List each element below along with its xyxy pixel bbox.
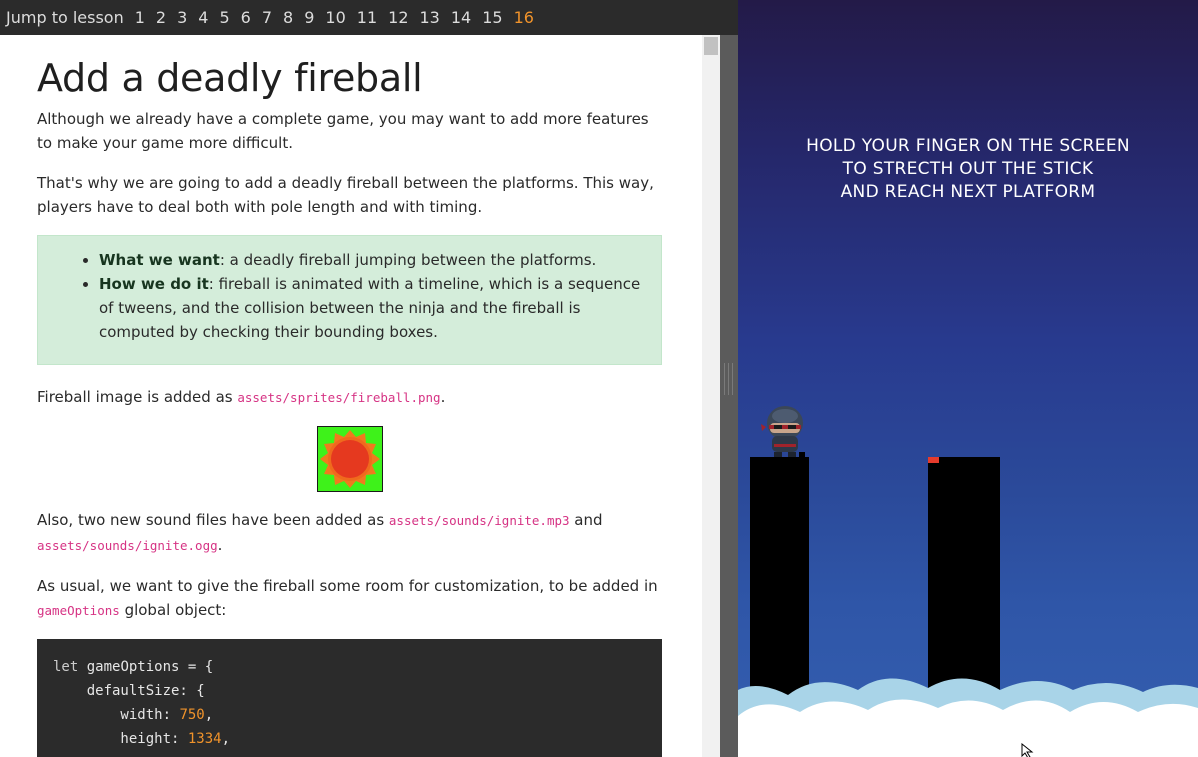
lesson-link-15[interactable]: 15 xyxy=(482,8,502,27)
fireball-paragraph: That's why we are going to add a deadly … xyxy=(37,174,654,216)
lesson-link-6[interactable]: 6 xyxy=(241,8,251,27)
lesson-link-16[interactable]: 16 xyxy=(514,8,534,27)
code-line-4-end: , xyxy=(221,731,231,747)
lesson-link-4[interactable]: 4 xyxy=(198,8,208,27)
page-title: Add a deadly fireball xyxy=(37,56,423,100)
code-line-3-key: width: xyxy=(53,707,180,723)
list-item-how-we-do-it: How we do it: fireball is animated with … xyxy=(99,272,641,344)
divider-handle-icon[interactable] xyxy=(724,363,733,395)
code-line-1: gameOptions = { xyxy=(78,659,214,675)
goal-list: What we want: a deadly fireball jumping … xyxy=(78,248,641,344)
lesson-link-12[interactable]: 12 xyxy=(388,8,408,27)
code-line-2: defaultSize: { xyxy=(53,683,205,699)
fireball-path-code: assets/sprites/fireball.png xyxy=(237,390,441,405)
fireball-image-paragraph: Fireball image is added as assets/sprite… xyxy=(37,385,662,410)
clouds xyxy=(738,678,1198,757)
lesson-link-10[interactable]: 10 xyxy=(325,8,345,27)
list-item-what-we-want: What we want: a deadly fireball jumping … xyxy=(99,248,641,272)
game-canvas[interactable]: HOLD YOUR FINGER ON THE SCREEN TO STRECT… xyxy=(738,0,1198,757)
content-scrollbar[interactable] xyxy=(702,35,720,757)
goal-note-box: What we want: a deadly fireball jumping … xyxy=(37,235,662,365)
jump-to-lesson-label: Jump to lesson xyxy=(6,8,124,27)
intro-paragraph: Although we already have a complete game… xyxy=(37,110,649,152)
lesson-link-1[interactable]: 1 xyxy=(135,8,145,27)
sound-files-text: Also, two new sound files have been adde… xyxy=(37,511,389,529)
lesson-link-11[interactable]: 11 xyxy=(357,8,377,27)
lesson-link-2[interactable]: 2 xyxy=(156,8,166,27)
period: . xyxy=(217,536,223,554)
lesson-link-14[interactable]: 14 xyxy=(451,8,471,27)
code-line-4-key: height: xyxy=(53,731,188,747)
customization-text: As usual, we want to give the fireball s… xyxy=(37,577,658,595)
pane-divider[interactable] xyxy=(720,35,738,757)
global-object-text: global object: xyxy=(119,601,227,619)
customization-paragraph: As usual, we want to give the fireball s… xyxy=(37,574,662,623)
lesson-content: Add a deadly fireball Although we alread… xyxy=(0,35,702,757)
what-we-want-text: : a deadly fireball jumping between the … xyxy=(219,251,597,269)
lesson-link-9[interactable]: 9 xyxy=(304,8,314,27)
sound-files-paragraph: Also, two new sound files have been adde… xyxy=(37,508,662,558)
period: . xyxy=(440,388,446,406)
code-line-3-value: 750 xyxy=(179,707,205,723)
lesson-links: 1 2 3 4 5 6 7 8 9 10 11 12 13 14 15 16 xyxy=(130,8,540,27)
article-body: Add a deadly fireball Although we alread… xyxy=(37,35,662,757)
lesson-link-8[interactable]: 8 xyxy=(283,8,293,27)
code-line-4-value: 1334 xyxy=(187,731,222,747)
and-text: and xyxy=(569,511,603,529)
ignite-mp3-code: assets/sounds/ignite.mp3 xyxy=(388,513,570,528)
code-line-3-end: , xyxy=(204,707,214,723)
code-block: let gameOptions = { defaultSize: { width… xyxy=(37,639,662,757)
code-keyword: let xyxy=(53,659,79,675)
lesson-link-5[interactable]: 5 xyxy=(219,8,229,27)
what-we-want-label: What we want xyxy=(99,251,220,269)
fireball-icon xyxy=(317,427,382,491)
how-we-do-it-label: How we do it xyxy=(99,275,209,293)
lesson-link-13[interactable]: 13 xyxy=(420,8,440,27)
fireball-sprite-image xyxy=(316,426,383,492)
scrollbar-thumb[interactable] xyxy=(704,37,718,55)
fireball-image-text: Fireball image is added as xyxy=(37,388,238,406)
ignite-ogg-code: assets/sounds/ignite.ogg xyxy=(37,538,218,553)
lesson-nav-bar: Jump to lesson 1 2 3 4 5 6 7 8 9 10 11 12 13 14 15 16 xyxy=(0,0,739,35)
lesson-link-7[interactable]: 7 xyxy=(262,8,272,27)
mouse-cursor-icon xyxy=(1021,743,1034,757)
game-options-code: gameOptions xyxy=(37,603,120,618)
lesson-link-3[interactable]: 3 xyxy=(177,8,187,27)
